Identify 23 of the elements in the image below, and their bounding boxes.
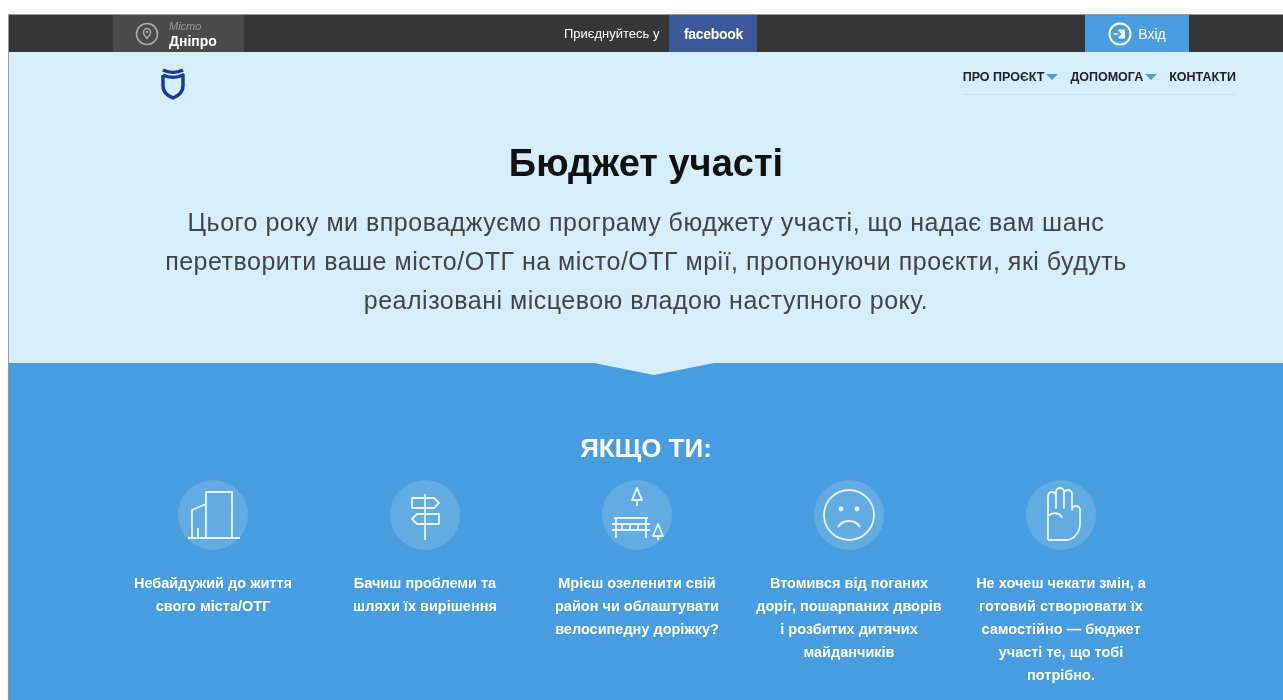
join-text: Приєднуйтесь у <box>564 26 660 41</box>
city-name: Дніпро <box>169 33 217 49</box>
location-pin-icon <box>135 21 159 46</box>
nav-link[interactable]: КОНТАКТИ <box>1169 70 1236 84</box>
intro-text: Цього року ми впроваджуємо програму бюджету участі, що надає вам шанс перетворити ваше місто/ОТГ на місто/ОТГ мрії, пропонуючи проєкти, які будуть реалізовані місцевою владою наступного року. <box>164 207 1128 316</box>
feature-text: Бачиш проблеми та шляхи їх вирішення <box>352 574 498 616</box>
login-icon <box>1108 21 1133 46</box>
section-title: ЯКЩО ТИ: <box>580 433 712 464</box>
facebook-button[interactable]: facebook <box>669 15 758 52</box>
page-title: Бюджет участі <box>508 142 784 185</box>
feature-text: Небайдужий до життя свого міста/ОТГ <box>133 574 293 616</box>
feature-text: Мрієш озеленити свій район чи облаштувати велосипедну доріжку? <box>554 574 720 639</box>
sad-icon <box>814 480 884 550</box>
city-selector[interactable]: Місто Дніпро <box>113 15 244 52</box>
nav-link[interactable]: ПРО ПРОЄКТ <box>962 70 1059 84</box>
city-label: Місто <box>169 18 203 34</box>
feature-text: Не хочеш чекати змін, а готовий створювати їх самостійно — бюджет участі те, що тобі потрібно. <box>975 574 1147 685</box>
nav-link[interactable]: ДОПОМОГА <box>1070 70 1158 84</box>
feature-text: Втомився від поганих доріг, пошарпаних дворів і розбитих дитячих майданчиків <box>755 574 943 662</box>
shield-logo-icon[interactable] <box>160 66 186 100</box>
building-icon <box>178 480 248 550</box>
signpost-icon <box>390 480 460 550</box>
park-icon <box>602 480 672 550</box>
